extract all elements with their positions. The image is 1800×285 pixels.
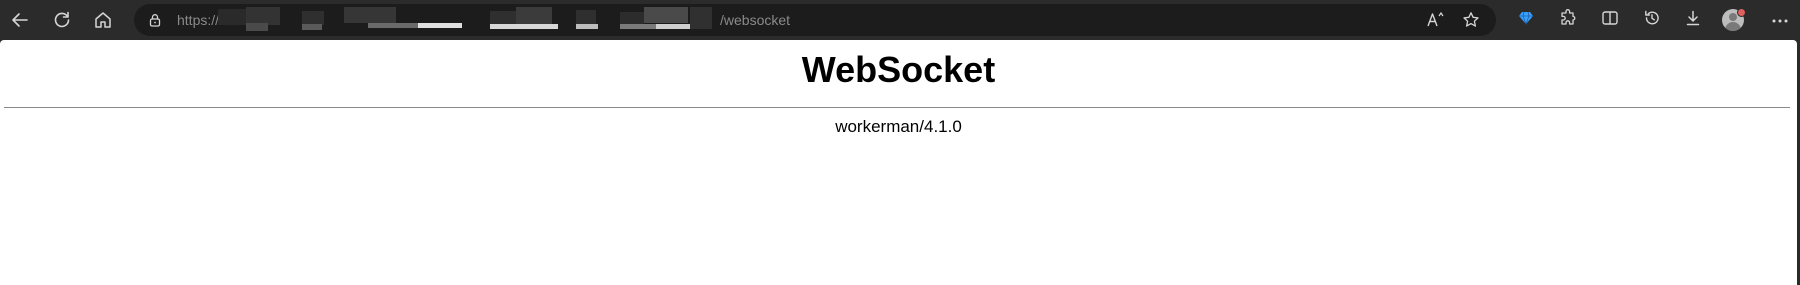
gem-extension-icon <box>1518 10 1534 31</box>
gem-extension-button[interactable] <box>1510 5 1542 35</box>
horizontal-rule <box>4 107 1790 108</box>
history-icon <box>1643 9 1661 32</box>
downloads-button[interactable] <box>1677 5 1709 35</box>
home-button[interactable] <box>87 4 119 36</box>
lock-icon[interactable] <box>148 13 162 32</box>
read-aloud-icon[interactable] <box>1422 8 1450 32</box>
split-screen-icon <box>1601 9 1619 32</box>
server-signature: workerman/4.1.0 <box>835 117 962 136</box>
extensions-puzzle-icon <box>1559 8 1577 32</box>
history-button[interactable] <box>1636 5 1668 35</box>
url-host-redacted <box>218 7 714 33</box>
home-icon <box>93 10 113 30</box>
downloads-icon <box>1684 9 1702 32</box>
page-heading: WebSocket <box>801 49 996 90</box>
refresh-button[interactable] <box>46 4 78 36</box>
favorite-star-icon[interactable] <box>1457 8 1485 32</box>
profile-badge-dot <box>1737 8 1746 17</box>
refresh-icon <box>52 10 72 30</box>
more-menu-button[interactable] <box>1764 5 1796 35</box>
url-path: /websocket <box>720 12 791 28</box>
back-button[interactable] <box>4 4 36 36</box>
split-screen-button[interactable] <box>1594 5 1626 35</box>
address-bar[interactable]: https:// /websocket <box>134 4 1496 36</box>
back-arrow-icon <box>10 10 30 30</box>
more-menu-icon <box>1771 11 1789 29</box>
page-viewport: WebSocket workerman/4.1.0 <box>0 40 1797 285</box>
url-scheme: https:// <box>177 12 220 28</box>
browser-toolbar: https:// /websocket <box>0 0 1800 40</box>
extensions-button[interactable] <box>1552 5 1584 35</box>
